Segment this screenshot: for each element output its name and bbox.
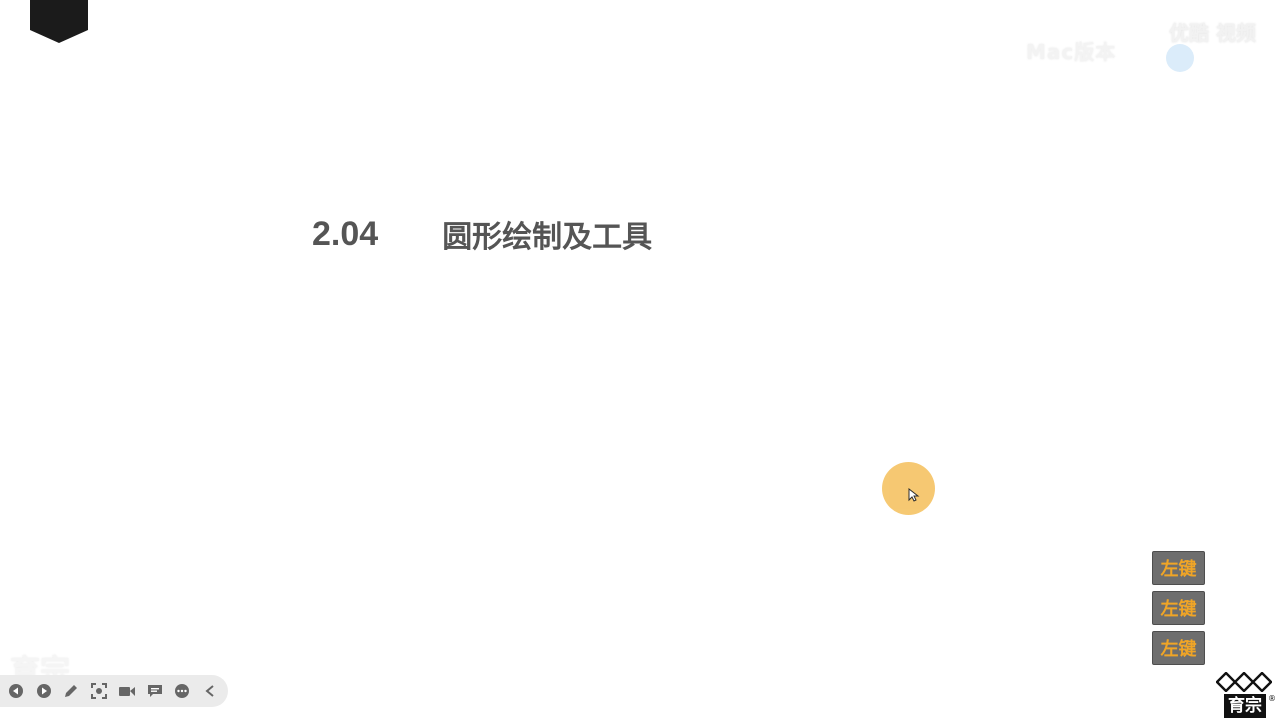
top-watermark: Mac版本 优酷 视频 (1026, 18, 1256, 76)
next-icon[interactable] (34, 681, 54, 701)
video-camera-icon[interactable] (117, 681, 137, 701)
cursor-highlight (882, 462, 935, 515)
more-icon[interactable] (173, 681, 193, 701)
slide-title: 2.04 圆形绘制及工具 (312, 212, 652, 256)
presentation-toolbar (0, 675, 228, 707)
left-click-indicator: 左键 (1152, 591, 1205, 625)
section-title: 圆形绘制及工具 (442, 220, 653, 255)
brand-name: 育宗 (1224, 694, 1266, 718)
left-click-indicator: 左键 (1152, 551, 1205, 585)
watermark-logo-icon (1166, 44, 1194, 72)
diamonds-logo-icon (1216, 672, 1272, 692)
comment-icon[interactable] (145, 681, 165, 701)
section-number: 2.04 (312, 214, 379, 253)
watermark-logo-text: 优酷 视频 (1169, 21, 1256, 45)
screenshot-icon[interactable] (89, 681, 109, 701)
brand-logo: 育宗 ® (1214, 672, 1276, 720)
prev-icon[interactable] (6, 681, 26, 701)
collapse-icon[interactable] (200, 681, 220, 701)
registered-mark: ® (1268, 694, 1276, 703)
watermark-text: Mac版本 (1026, 40, 1117, 64)
pointer-cursor-icon (908, 488, 920, 502)
left-click-indicator: 左键 (1152, 631, 1205, 665)
black-pentagon-badge-icon (30, 0, 88, 44)
pen-icon[interactable] (62, 681, 82, 701)
